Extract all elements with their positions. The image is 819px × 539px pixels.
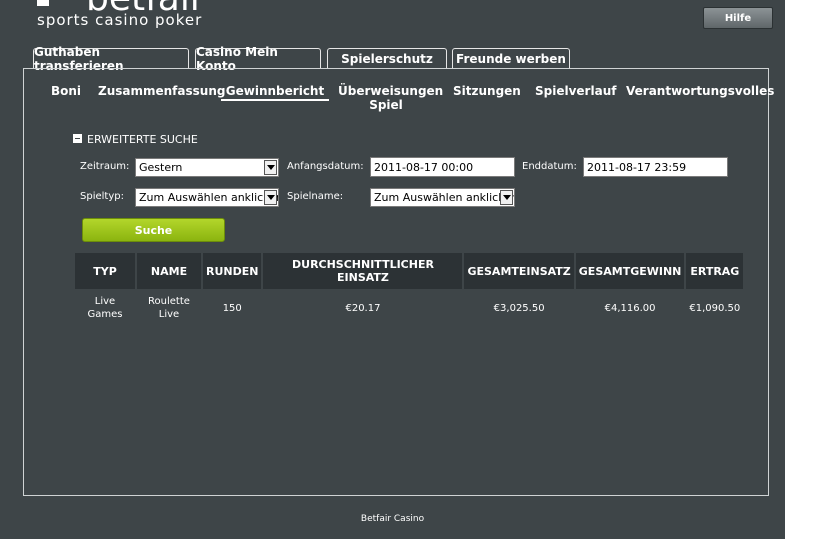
subnav-gewinnbericht[interactable]: Gewinnbericht	[221, 84, 329, 101]
chevron-down-icon[interactable]	[500, 190, 513, 205]
period-label: Zeitraum:	[80, 161, 130, 172]
subnav-sitzungen[interactable]: Sitzungen	[453, 84, 521, 98]
cell-ertrag: €1,090.50	[689, 302, 741, 314]
tab-freunde-werben[interactable]: Freunde werben	[452, 48, 570, 68]
end-date-field[interactable]: 2011-08-17 23:59	[583, 157, 728, 177]
gamename-select[interactable]: Zum Auswählen anklicken	[370, 188, 515, 207]
subnav-verantwortungsvolles[interactable]: Verantwortungsvolles	[626, 84, 774, 98]
end-date-label: Enddatum:	[522, 161, 577, 172]
subnav-spielverlauf[interactable]: Spielverlauf	[535, 84, 616, 98]
gamename-label: Spielname:	[287, 191, 344, 202]
column-header-name: NAME	[137, 253, 201, 289]
advanced-search-label: ERWEITERTE SUCHE	[87, 133, 198, 146]
gamename-value: Zum Auswählen anklicken	[374, 191, 515, 204]
help-button[interactable]: Hilfe	[703, 7, 773, 29]
subnav-zusammenfassung[interactable]: Zusammenfassung	[98, 84, 225, 98]
column-header-typ: TYP	[75, 253, 135, 289]
start-date-field[interactable]: 2011-08-17 00:00	[370, 157, 515, 177]
cell-gesamtgewinn: €4,116.00	[604, 302, 656, 314]
tab-spielerschutz[interactable]: Spielerschutz	[327, 48, 447, 68]
column-header-runden: RUNDEN	[203, 253, 262, 289]
table-header-row: TYP NAME RUNDEN DURCHSCHNITTLICHER EINSA…	[75, 253, 744, 289]
cell-gesamteinsatz: €3,025.50	[493, 302, 545, 314]
column-header-ertrag: ERTRAG	[686, 253, 744, 289]
start-date-label: Anfangsdatum:	[287, 161, 364, 172]
gametype-select[interactable]: Zum Auswählen anklicken	[135, 188, 279, 207]
column-header-gesamtgewinn: GESAMTGEWINN	[575, 253, 685, 289]
gametype-label: Spieltyp:	[80, 191, 124, 202]
tab-guthaben-transferieren[interactable]: Guthaben transferieren	[33, 45, 189, 73]
cell-name: Roulette Live	[148, 296, 190, 320]
subnav-ueberweisungen-spiel[interactable]: Überweisungen Spiel	[338, 84, 443, 112]
collapse-icon[interactable]	[73, 134, 82, 143]
cell-runden: 150	[222, 302, 242, 314]
column-header-gesamteinsatz: GESAMTEINSATZ	[464, 253, 574, 289]
cell-typ: Live Games	[87, 296, 123, 320]
table-row: Live Games Roulette Live 150 €20.17 €3,0…	[75, 289, 743, 327]
search-button[interactable]: Suche	[82, 218, 225, 242]
chevron-down-icon[interactable]	[264, 160, 277, 175]
results-table: TYP NAME RUNDEN DURCHSCHNITTLICHER EINSA…	[73, 253, 745, 327]
period-value: Gestern	[139, 161, 183, 174]
footer-text: Betfair Casino	[360, 514, 425, 524]
chevron-down-icon[interactable]	[264, 190, 277, 205]
end-date-value: 2011-08-17 23:59	[587, 160, 687, 174]
brand-tagline: sports casino poker	[37, 11, 203, 29]
start-date-value: 2011-08-17 00:00	[374, 160, 474, 174]
gametype-value: Zum Auswählen anklicken	[139, 191, 279, 204]
tab-casino-mein-konto[interactable]: Casino Mein Konto	[195, 45, 321, 73]
column-header-durchschnittlicher-einsatz: DURCHSCHNITTLICHER EINSATZ	[263, 253, 463, 289]
cell-durchschnittlicher-einsatz: €20.17	[345, 302, 381, 314]
app-frame: betfair sports casino poker Hilfe Guthab…	[0, 0, 785, 539]
period-select[interactable]: Gestern	[135, 158, 279, 177]
subnav-boni[interactable]: Boni	[51, 84, 81, 98]
